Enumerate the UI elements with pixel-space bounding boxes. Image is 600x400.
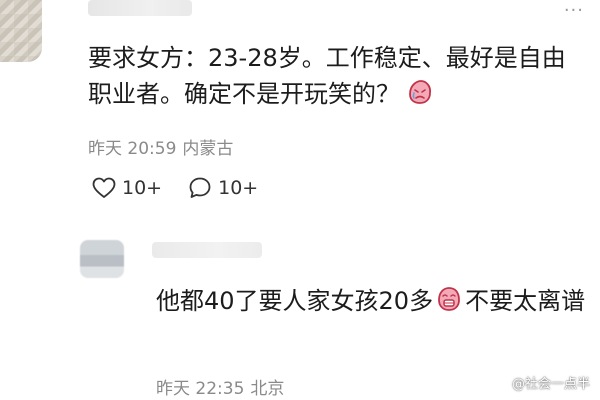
like-count: 10+ xyxy=(122,177,163,199)
reply-avatar[interactable] xyxy=(80,240,124,278)
comment-location: 内蒙古 xyxy=(182,139,234,159)
more-options-button[interactable]: ··· xyxy=(564,2,584,20)
comment-bubble-icon xyxy=(189,177,211,198)
reply-button[interactable]: 10+ xyxy=(188,176,258,200)
commenter-avatar[interactable] xyxy=(0,0,42,62)
reply-count: 10+ xyxy=(218,177,259,199)
comment-meta: 昨天 20:59 内蒙古 xyxy=(88,134,239,159)
reply-time: 昨天 22:35 xyxy=(156,379,245,399)
watermark: @社会一点半 xyxy=(512,373,590,392)
comment-text-content: 要求女方：23-28岁。工作稳定、最好是自由职业者。确定不是开玩笑的？ xyxy=(88,44,566,108)
reply-text-before: 他都40了要人家女孩20多 xyxy=(156,287,434,315)
sweating-face-icon xyxy=(438,287,460,311)
watermark-text: @社会一点半 xyxy=(511,377,590,392)
reply-text: 他都40了要人家女孩20多 不要太离谱 xyxy=(156,282,596,320)
heart-icon xyxy=(92,177,116,198)
crying-face-icon xyxy=(409,80,432,104)
commenter-name[interactable] xyxy=(88,0,192,16)
comment-time: 昨天 20:59 xyxy=(88,139,177,159)
reply-author-name[interactable] xyxy=(152,242,262,258)
reply-location: 北京 xyxy=(250,379,285,399)
reply-meta: 昨天 22:35 北京 xyxy=(156,374,290,399)
like-button[interactable]: 10+ xyxy=(92,177,162,199)
reply-text-after: 不要太离谱 xyxy=(465,287,586,315)
comment-actions: 10+ 10+ xyxy=(92,173,258,203)
comment-text: 要求女方：23-28岁。工作稳定、最好是自由职业者。确定不是开玩笑的？ xyxy=(88,40,584,112)
